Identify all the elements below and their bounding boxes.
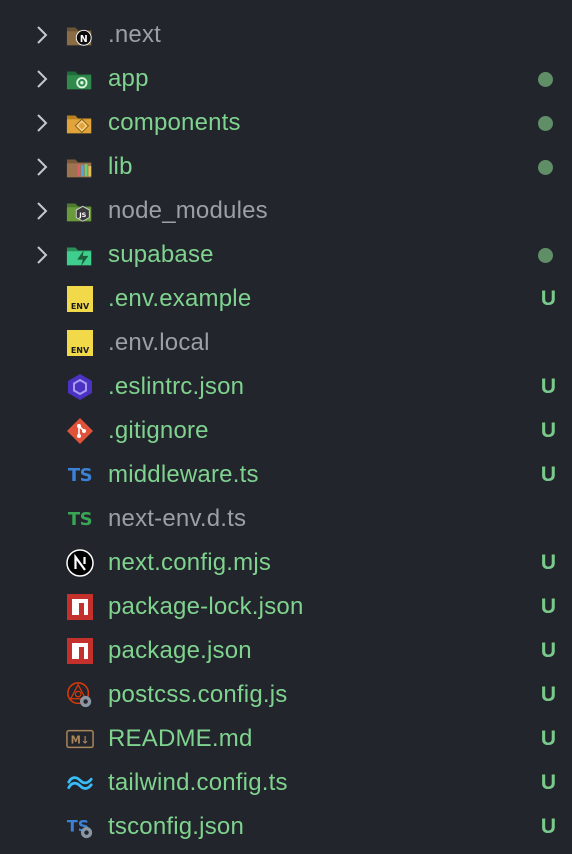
untracked-badge: U [540,463,556,486]
modified-dot-indicator [538,247,553,263]
tree-file-readme[interactable]: M↓ README.md U [0,717,572,761]
tree-folder-components[interactable]: components [0,101,572,145]
folder-label: supabase [108,241,214,268]
supabase-folder-icon [66,241,94,269]
tree-file-package[interactable]: package.json U [0,629,572,673]
npm-icon [66,593,94,621]
file-explorer: N .next app components lib JS node_modul… [0,0,572,854]
components-folder-icon [66,109,94,137]
tree-file-gitignore[interactable]: .gitignore U [0,409,572,453]
svg-text:ENV: ENV [71,346,90,355]
tree-file-next-env[interactable]: TS next-env.d.ts [0,497,572,541]
tree-file-tsconfig[interactable]: TS tsconfig.json U [0,805,572,849]
file-label: .env.example [108,285,252,312]
lib-folder-icon [66,153,94,181]
file-label: tsconfig.json [108,813,245,840]
untracked-badge: U [540,727,556,750]
markdown-icon: M↓ [66,725,94,753]
chevron-right-icon[interactable] [35,157,49,177]
tree-file-tailwind-config[interactable]: tailwind.config.ts U [0,761,572,805]
file-label: next-env.d.ts [108,505,247,532]
untracked-badge: U [540,771,556,794]
tree-file-eslintrc[interactable]: .eslintrc.json U [0,365,572,409]
folder-label: lib [108,153,133,180]
nextjs-icon [66,549,94,577]
untracked-badge: U [540,419,556,442]
file-label: .gitignore [108,417,209,444]
untracked-badge: U [540,595,556,618]
tree-folder-next[interactable]: N .next [0,13,572,57]
svg-text:JS: JS [78,211,86,219]
file-label: package.json [108,637,252,664]
env-file-icon: ENV [66,285,94,313]
folder-label: components [108,109,241,136]
tree-file-package-lock[interactable]: package-lock.json U [0,585,572,629]
file-label: README.md [108,725,253,752]
untracked-badge: U [540,551,556,574]
tree-file-next-config[interactable]: next.config.mjs U [0,541,572,585]
ts-glyph: TS [67,508,93,530]
cut-off-row-icon [46,0,136,4]
untracked-badge: U [540,683,556,706]
chevron-right-icon[interactable] [35,69,49,89]
untracked-badge: U [540,375,556,398]
folder-label: .next [108,21,162,48]
typescript-icon: TS [66,461,94,489]
git-icon [66,417,94,445]
tree-folder-supabase[interactable]: supabase [0,233,572,277]
tree-file-env-example[interactable]: ENV .env.example U [0,277,572,321]
tailwind-icon [66,769,94,797]
typescript-definition-icon: TS [66,505,94,533]
node-modules-folder-icon: JS [66,197,94,225]
tsconfig-icon: TS [66,813,94,841]
modified-dot-indicator [538,115,553,131]
folder-label: node_modules [108,197,268,224]
env-file-icon: ENV [66,329,94,357]
modified-dot-indicator [538,159,553,175]
untracked-badge: U [540,287,556,310]
npm-icon [66,637,94,665]
chevron-right-icon[interactable] [35,25,49,45]
file-label: postcss.config.js [108,681,288,708]
nextjs-folder-icon: N [66,21,94,49]
modified-dot-indicator [538,71,553,87]
file-label: .eslintrc.json [108,373,245,400]
svg-text:N: N [80,34,88,45]
eslint-icon [66,373,94,401]
chevron-right-icon[interactable] [35,113,49,133]
chevron-right-icon[interactable] [35,245,49,265]
file-label: next.config.mjs [108,549,272,576]
tree-file-postcss-config[interactable]: postcss.config.js U [0,673,572,717]
untracked-badge: U [540,639,556,662]
tree-folder-node-modules[interactable]: JS node_modules [0,189,572,233]
untracked-badge: U [540,815,556,838]
file-label: tailwind.config.ts [108,769,288,796]
ts-glyph: TS [67,464,93,486]
chevron-right-icon[interactable] [35,201,49,221]
folder-label: app [108,65,149,92]
file-label: .env.local [108,329,210,356]
tree-file-middleware[interactable]: TS middleware.ts U [0,453,572,497]
file-label: package-lock.json [108,593,304,620]
tree-folder-app[interactable]: app [0,57,572,101]
postcss-config-icon [66,681,94,709]
tree-file-env-local[interactable]: ENV .env.local [0,321,572,365]
svg-text:M↓: M↓ [71,735,90,747]
tree-folder-lib[interactable]: lib [0,145,572,189]
file-label: middleware.ts [108,461,259,488]
app-folder-icon [66,65,94,93]
svg-text:ENV: ENV [71,302,90,311]
